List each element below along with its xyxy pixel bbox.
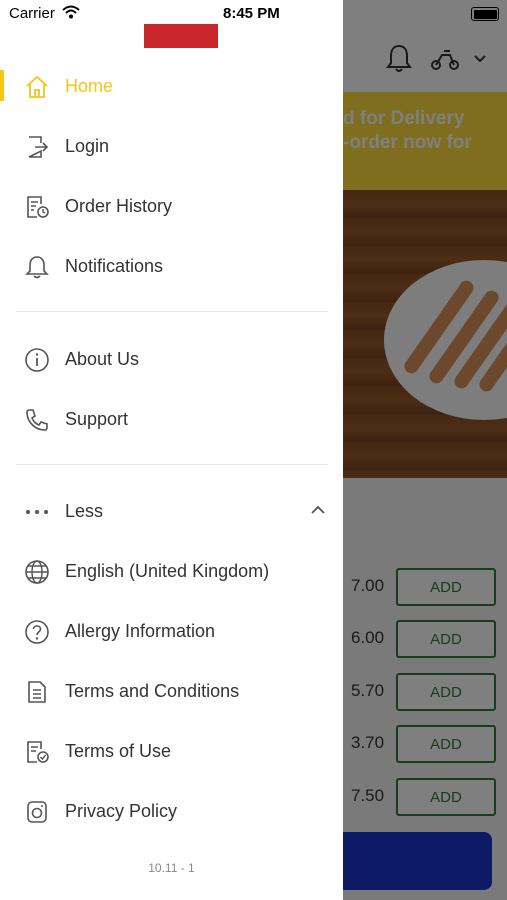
drawer-less-toggle[interactable]: Less — [0, 487, 343, 535]
drawer-item-support[interactable]: Support — [0, 395, 343, 443]
drawer-item-label: Terms and Conditions — [65, 681, 240, 701]
home-icon — [24, 74, 50, 100]
drawer-item-label: Privacy Policy — [65, 801, 178, 821]
drawer-item-privacy-policy[interactable]: Privacy Policy — [0, 787, 343, 835]
drawer-item-label: Notifications — [65, 256, 164, 276]
drawer-item-label: Support — [65, 409, 129, 429]
more-dots-icon — [24, 499, 50, 525]
drawer-item-label: Order History — [65, 196, 173, 216]
drawer-item-label: About Us — [65, 349, 140, 369]
drawer-item-about-us[interactable]: About Us — [0, 335, 343, 383]
drawer-item-terms-conditions[interactable]: Terms and Conditions — [0, 667, 343, 715]
carrier-label: Carrier — [9, 5, 55, 22]
drawer-item-label: English (United Kingdom) — [65, 561, 270, 581]
drawer-item-label: Home — [65, 76, 114, 96]
login-icon — [24, 134, 50, 160]
drawer-item-terms-of-use[interactable]: Terms of Use — [0, 727, 343, 775]
drawer-item-label: Allergy Information — [65, 621, 216, 641]
drawer-item-allergy[interactable]: Allergy Information — [0, 607, 343, 655]
drawer-item-label: Terms of Use — [65, 741, 172, 761]
info-icon — [24, 347, 50, 373]
bell-icon — [24, 254, 50, 280]
drawer-item-language[interactable]: English (United Kingdom) — [0, 547, 343, 595]
navigation-drawer: Home Login Order History Notifications A… — [0, 0, 343, 900]
battery-icon — [471, 7, 499, 21]
divider — [16, 464, 328, 465]
drawer-item-label: Login — [65, 136, 110, 156]
drawer-item-notifications[interactable]: Notifications — [0, 242, 343, 290]
chevron-up-icon — [310, 504, 326, 516]
drawer-item-order-history[interactable]: Order History — [0, 182, 343, 230]
clock: 8:45 PM — [223, 5, 280, 22]
wifi-icon — [62, 5, 80, 19]
question-icon — [24, 619, 50, 645]
drawer-item-label: Less — [65, 501, 104, 521]
app-version: 10.11 - 1 — [148, 861, 195, 875]
drawer-item-login[interactable]: Login — [0, 122, 343, 170]
document-check-icon — [24, 739, 50, 765]
phone-icon — [24, 407, 50, 433]
status-bar: Carrier 8:45 PM — [0, 0, 507, 28]
privacy-icon — [24, 799, 50, 825]
drawer-item-home[interactable]: Home — [0, 62, 343, 110]
order-history-icon — [24, 194, 50, 220]
document-icon — [24, 679, 50, 705]
globe-icon — [24, 559, 50, 585]
divider — [16, 311, 328, 312]
